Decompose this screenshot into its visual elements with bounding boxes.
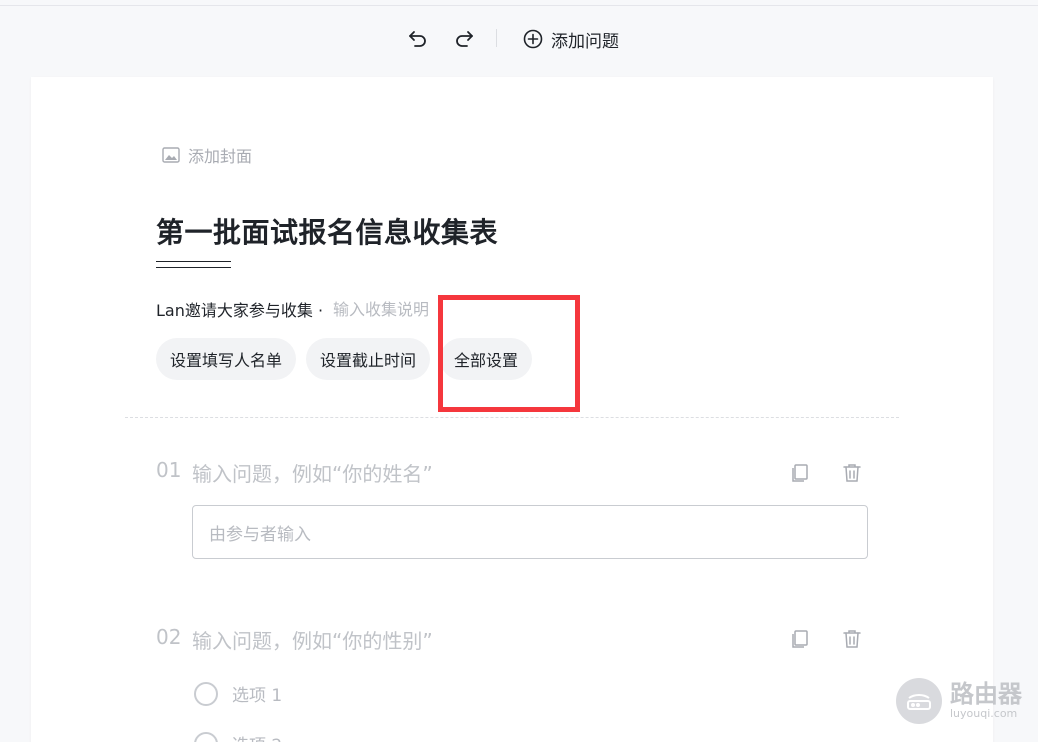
watermark: 路由器 luyouqi.com: [896, 676, 1038, 726]
question-number: 02: [156, 625, 182, 649]
copy-question-button[interactable]: [789, 628, 811, 650]
redo-button[interactable]: [451, 26, 477, 52]
section-divider: [125, 417, 899, 418]
set-respondents-button[interactable]: 设置填写人名单: [156, 338, 297, 380]
radio-option[interactable]: 选项 2: [194, 731, 282, 742]
form-title[interactable]: 第一批面试报名信息收集表: [156, 211, 498, 251]
delete-question-button[interactable]: [841, 462, 863, 484]
question-number: 01: [156, 458, 182, 482]
image-icon: [162, 147, 180, 163]
redo-icon: [456, 31, 473, 47]
router-logo-icon: [896, 678, 942, 724]
radio-circle[interactable]: [194, 681, 218, 706]
watermark-sub: luyouqi.com: [950, 707, 1018, 720]
answer-input[interactable]: 由参与者输入: [192, 505, 868, 559]
trash-icon: [843, 630, 861, 648]
add-question-label: 添加问题: [551, 31, 619, 52]
delete-question-button[interactable]: [841, 628, 863, 650]
add-cover-button[interactable]: 添加封面: [162, 143, 252, 167]
set-deadline-button[interactable]: 设置截止时间: [306, 338, 431, 380]
add-question-button[interactable]: 添加问题: [523, 24, 619, 54]
toolbar: 添加问题: [0, 22, 1038, 56]
top-border: [0, 5, 1038, 6]
add-cover-label: 添加封面: [188, 147, 253, 166]
toolbar-separator: [496, 29, 497, 47]
highlight-annotation: [438, 295, 580, 412]
trash-icon: [843, 464, 861, 482]
option-label: 选项 2: [232, 731, 282, 742]
question-title-input[interactable]: 输入问题，例如“你的性别”: [192, 625, 433, 654]
copy-icon: [792, 464, 808, 482]
undo-button[interactable]: [405, 26, 431, 52]
form-card: 添加封面 第一批面试报名信息收集表 Lan邀请大家参与收集 · 设置填写人名单 …: [31, 77, 993, 742]
title-underline: [156, 261, 231, 268]
undo-icon: [409, 31, 426, 47]
radio-option[interactable]: 选项 1: [194, 681, 282, 706]
copy-question-button[interactable]: [789, 462, 811, 484]
author-text: Lan邀请大家参与收集 ·: [156, 301, 324, 320]
radio-circle[interactable]: [194, 731, 218, 742]
watermark-main: 路由器: [950, 680, 1022, 708]
option-label: 选项 1: [232, 686, 283, 706]
question-title-input[interactable]: 输入问题，例如“你的姓名”: [192, 458, 433, 487]
copy-icon: [792, 630, 808, 648]
plus-circle-icon: [523, 29, 543, 49]
